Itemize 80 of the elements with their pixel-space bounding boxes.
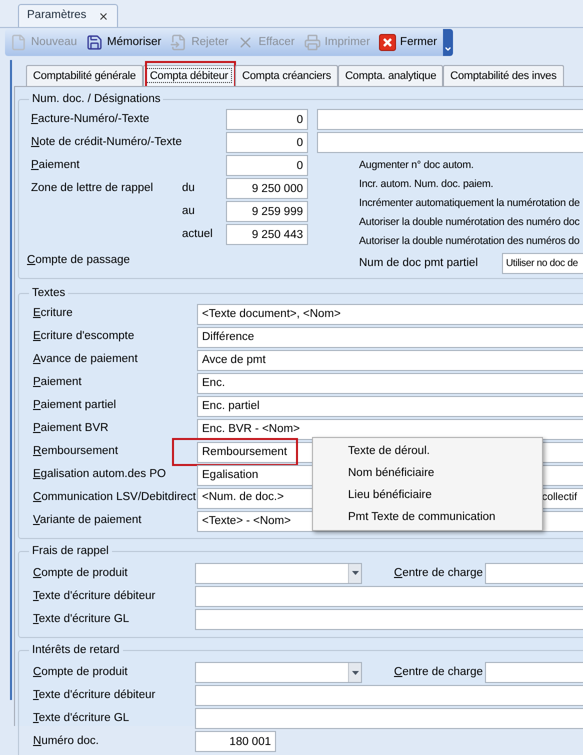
field-label: Paiement BVR	[33, 421, 108, 436]
option-text: Autoriser la double numérotation des numéro doc	[359, 215, 580, 230]
text-field[interactable]	[317, 132, 583, 154]
field-label: Texte d'écriture débiteur	[33, 588, 156, 604]
group-title: Frais de rappel	[31, 544, 110, 558]
field-label: Texte d'écriture GL	[33, 612, 130, 627]
text-field[interactable]: 0	[226, 132, 308, 154]
option-text: Incr. autom. Num. doc. paiem.	[359, 177, 494, 192]
text-field[interactable]: 9 250 443	[226, 224, 308, 246]
field-label: Zone de lettre de rappel	[31, 181, 154, 196]
option-text: Augmenter n° doc autom.	[359, 158, 474, 174]
field-label: Avance de paiement	[33, 352, 138, 368]
text-field[interactable]: 9 250 000	[226, 178, 308, 200]
option-text: Incrémenter automatiquement la numérotation de	[359, 196, 580, 212]
tab[interactable]: Compta. analytique	[338, 65, 444, 86]
text-field[interactable]: Enc. partiel	[197, 396, 583, 416]
close-icon[interactable]	[98, 10, 109, 22]
menu-item[interactable]: Pmt Texte de communication	[348, 506, 496, 528]
field-label: Paiement	[33, 375, 82, 390]
text-field[interactable]	[195, 586, 583, 607]
option-text: Autoriser la double numérotation des numéros do	[359, 234, 580, 250]
field-value: collectif	[542, 490, 577, 506]
field-label: Centre de charge	[394, 566, 483, 581]
menu-item[interactable]: Lieu bénéficiaire	[348, 484, 496, 506]
group-title: Num. doc. / Désignations	[31, 92, 162, 107]
field-label: du	[182, 181, 195, 196]
dropdown-field[interactable]	[195, 662, 362, 683]
field-label: Ecriture d'escompte	[33, 329, 134, 344]
tab[interactable]: Comptabilité générale	[26, 65, 143, 86]
group-title: Textes	[31, 286, 66, 302]
field-label: Numéro doc.	[33, 734, 99, 749]
document-icon	[10, 34, 27, 51]
field-label: Compte de produit	[33, 664, 128, 680]
field-label: actuel	[182, 227, 213, 242]
text-field[interactable]	[195, 685, 583, 706]
dropdown-field[interactable]	[195, 562, 362, 584]
document-tab[interactable]: Paramètres	[18, 4, 118, 27]
tab[interactable]: Comptabilité des inves	[443, 65, 564, 86]
text-field[interactable]: Avce de pmt	[197, 350, 583, 370]
field-label: Compte de produit	[33, 566, 128, 581]
close-icon	[379, 34, 396, 51]
text-field[interactable]: <Texte document>, <Nom>	[197, 304, 583, 324]
field-label: Paiement partiel	[33, 398, 116, 414]
printer-icon	[304, 34, 321, 51]
text-field[interactable]: Enc.	[197, 372, 583, 394]
group-title: Intérêts de retard	[31, 642, 121, 658]
field-label: Facture-Numéro/-Texte	[31, 112, 150, 128]
field-label: Compte de passage	[27, 253, 130, 268]
document-arrow-icon	[170, 34, 188, 51]
dropdown-field[interactable]: Utiliser no doc de	[502, 252, 583, 274]
field-label: Num de doc pmt partiel	[359, 256, 479, 271]
field-label: Communication LSV/Debitdirect	[33, 490, 196, 506]
field-label: au	[182, 204, 195, 220]
menu-item[interactable]: Nom bénéficiaire	[348, 462, 496, 484]
field-label: Variante de paiement	[33, 513, 142, 528]
text-field[interactable]	[195, 608, 583, 630]
field-label: Egalisation autom.des PO	[33, 467, 166, 482]
text-field[interactable]: 9 259 999	[226, 201, 308, 222]
tab[interactable]: Compta débiteur	[142, 65, 236, 86]
menu-item[interactable]: Texte de déroul.	[348, 440, 496, 462]
field-value: <Num. de doc.>	[202, 490, 284, 506]
text-field[interactable]	[317, 109, 583, 130]
field-label: Paiement	[31, 158, 80, 174]
field-label: Texte d'écriture débiteur	[33, 688, 156, 703]
field-label: Remboursement	[33, 444, 118, 460]
field-label: Texte d'écriture GL	[33, 710, 130, 726]
field-label: Ecriture	[33, 306, 73, 322]
text-field[interactable]: Enc. BVR - <Nom>	[197, 418, 583, 440]
toolbar-button[interactable]: Mémoriser	[86, 32, 162, 54]
text-field[interactable]: 180 001	[195, 731, 276, 752]
chevron-down-icon	[444, 45, 452, 53]
text-field[interactable]: 0	[226, 155, 308, 176]
text-field[interactable]: Différence	[197, 326, 583, 348]
toolbar-button[interactable]: Fermer	[379, 32, 438, 54]
text-field[interactable]: 0	[226, 109, 308, 130]
text-field[interactable]	[195, 708, 583, 729]
tab[interactable]: Compta créanciers	[235, 65, 338, 86]
field-label: Note de crédit-Numéro/-Texte	[31, 135, 182, 150]
toolbar-overflow-button[interactable]	[443, 29, 453, 56]
field-label: Centre de charge	[394, 664, 483, 680]
